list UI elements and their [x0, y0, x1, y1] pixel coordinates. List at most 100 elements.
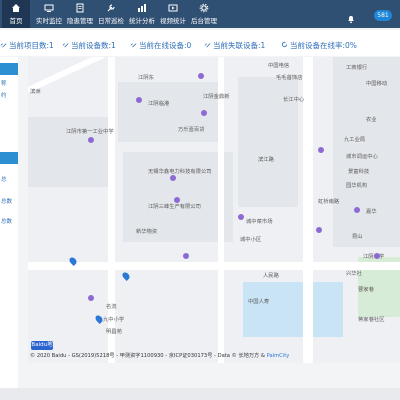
- poi-label: 农业: [366, 117, 377, 123]
- poi-label: 毛毛首饰店: [276, 75, 303, 81]
- poi-label: 兴华社: [346, 271, 362, 277]
- link-icon: [0, 43, 7, 48]
- poi-label: 万乐壹百货: [178, 127, 205, 133]
- panel-label: 总数: [1, 199, 13, 205]
- bottom-bar: [0, 388, 400, 400]
- nav-item-realtime-monitor[interactable]: 实时监控: [34, 0, 64, 28]
- stat-device-count: 当前设备数:1: [62, 40, 116, 51]
- poi-label: 名流: [106, 304, 117, 310]
- poi-label: 曹家巷: [358, 287, 374, 293]
- poi-label: 滨江路: [258, 157, 274, 163]
- map-pin-icon[interactable]: [318, 147, 324, 153]
- poi-label: 中国移动: [366, 81, 388, 87]
- nav-label: 日常巡检: [98, 17, 124, 25]
- nav-label: 后台管理: [191, 17, 217, 25]
- poi-label: 江阴金鼎新: [203, 94, 230, 100]
- poi-label: 昆山: [352, 234, 363, 240]
- road: [28, 262, 400, 270]
- location-marker-icon[interactable]: [121, 271, 131, 281]
- panel-header: [0, 63, 18, 75]
- stat-project-count: 当前项目数:1: [0, 40, 54, 51]
- road: [218, 57, 224, 363]
- map-pin-icon[interactable]: [316, 227, 322, 233]
- nav-item-hazard-management[interactable]: 隐患管理: [65, 0, 95, 28]
- road: [303, 57, 313, 363]
- link-icon: [62, 43, 69, 48]
- poi-label: 江阴三峰生产有限公司: [148, 204, 201, 210]
- poi-label: 工商银行: [346, 65, 368, 71]
- map-copyright: © 2020 Baidu - GS(2019)5218号 - 甲测资字11009…: [30, 352, 289, 359]
- link-icon: [204, 43, 211, 48]
- nav-item-admin[interactable]: 后台管理: [189, 0, 219, 28]
- document-icon: [75, 3, 85, 13]
- poi-label: 九工业局: [344, 137, 366, 143]
- water-area: [243, 282, 343, 337]
- nav-label: 视频统计: [160, 17, 186, 25]
- nav-label: 首页: [9, 17, 23, 25]
- map-pin-icon[interactable]: [354, 207, 360, 213]
- top-nav-bar: 首页 实时监控 隐患管理 日常巡检 统计分析 视频统计 后台管理 581: [0, 0, 400, 28]
- left-panel: 称 约 总 总数 总数: [0, 57, 18, 388]
- nav-item-home[interactable]: 首页: [2, 0, 30, 28]
- stat-online-rate-text: 当前设备在线率:0%: [290, 41, 357, 50]
- poi-label: 嘉华: [366, 209, 377, 215]
- map-pin-icon[interactable]: [136, 97, 142, 103]
- poi-label: 中国人寿: [248, 299, 270, 305]
- wrench-icon: [106, 3, 116, 13]
- panel-label: 称: [1, 81, 7, 87]
- chart-icon: [137, 3, 147, 13]
- stats-bar: 当前项目数:1 当前设备数:1 当前在线设备:0 当前失联设备:1 当前设备在线…: [0, 30, 400, 56]
- map-pin-icon[interactable]: [88, 137, 94, 143]
- map-pin-icon[interactable]: [183, 253, 189, 259]
- poi-label: 新华物资: [136, 229, 158, 235]
- bell-icon[interactable]: [346, 9, 356, 24]
- map-pin-icon[interactable]: [198, 73, 204, 79]
- baidu-map-logo: Baidu地图: [31, 341, 53, 357]
- map-copyright-text: © 2020 Baidu - GS(2019)5218号 - 甲测资字11009…: [30, 353, 265, 359]
- gear-icon: [199, 3, 209, 13]
- map-pin-icon[interactable]: [374, 253, 380, 259]
- panel-label: 约: [1, 93, 7, 99]
- poi-label: 江阴临港: [148, 101, 170, 107]
- monitor-icon: [44, 3, 54, 13]
- poi-label: 城中菜市场: [246, 219, 273, 225]
- poi-label: 人民路: [263, 273, 279, 279]
- poi-label: 无锡华鑫电力科技有限公司: [148, 169, 212, 175]
- nav-item-video-statistics[interactable]: 视频统计: [158, 0, 188, 28]
- nav-label: 实时监控: [36, 17, 62, 25]
- map-view[interactable]: 中国电信 江阴东 工商银行 毛毛首饰店 江阴金鼎新 滨洲 长江中心 中国移动 江…: [28, 57, 400, 363]
- nav-item-statistics[interactable]: 统计分析: [127, 0, 157, 28]
- poi-label: 滨洲: [30, 89, 41, 95]
- palmcity-link[interactable]: PalmCity: [267, 353, 290, 359]
- nav-item-daily-inspection[interactable]: 日常巡检: [96, 0, 126, 28]
- notification-badge[interactable]: 581: [374, 10, 392, 21]
- poi-label: 景富科技: [348, 169, 370, 175]
- map-pin-icon[interactable]: [88, 295, 94, 301]
- poi-label: 中国电信: [268, 63, 290, 69]
- poi-label: 园华机构: [346, 183, 368, 189]
- map-pin-icon[interactable]: [174, 197, 180, 203]
- refresh-icon: [281, 41, 288, 48]
- poi-label: 江阴东: [138, 75, 154, 81]
- stat-project-count-text: 当前项目数:1: [9, 41, 54, 50]
- nav-label: 统计分析: [129, 17, 155, 25]
- poi-label: 江阴市第一工业中学: [66, 129, 114, 135]
- stat-online-count-text: 当前在线设备:0: [139, 41, 192, 50]
- nav-label: 隐患管理: [67, 17, 93, 25]
- map-pin-icon[interactable]: [170, 175, 176, 181]
- poi-label: 长江中心: [283, 97, 305, 103]
- poi-label: 城中小区: [240, 237, 262, 243]
- link-icon: [130, 43, 137, 48]
- poi-label: 虹桥南路: [318, 199, 340, 205]
- panel-label: 总: [1, 177, 7, 183]
- stat-online-rate: 当前设备在线率:0%: [281, 40, 357, 51]
- stat-device-count-text: 当前设备数:1: [71, 41, 116, 50]
- home-icon: [11, 3, 21, 13]
- stat-offline-count-text: 当前失联设备:1: [213, 41, 266, 50]
- video-icon: [168, 3, 178, 13]
- map-pin-icon[interactable]: [201, 110, 207, 116]
- poi-label: 城市调运中心: [346, 154, 378, 160]
- poi-label: 九中小学: [103, 317, 125, 323]
- stat-offline-count: 当前失联设备:1: [204, 40, 265, 51]
- map-pin-icon[interactable]: [238, 214, 244, 220]
